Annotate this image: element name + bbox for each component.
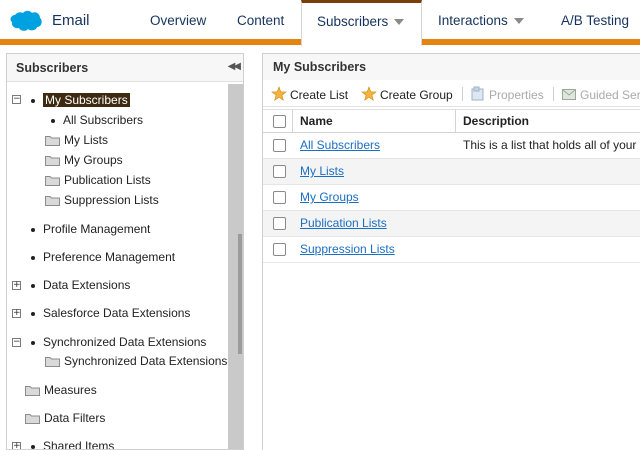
tab-overview[interactable]: Overview	[150, 0, 206, 42]
guided-send-button[interactable]: Guided Ser	[561, 86, 640, 102]
tab-subscribers[interactable]: Subscribers	[301, 0, 422, 46]
column-divider	[292, 110, 293, 133]
tree-item-synchronized-data-extensions[interactable]: Synchronized Data Extensions	[31, 333, 206, 351]
tree-item-all-subscribers[interactable]: All Subscribers	[51, 111, 143, 129]
row-name-link[interactable]: My Lists	[300, 159, 344, 184]
top-navigation: Email Overview Content Subscribers Inter…	[0, 0, 640, 46]
toolbar-divider	[462, 87, 463, 101]
tab-content[interactable]: Content	[237, 0, 284, 42]
folder-icon	[45, 357, 60, 368]
tree-item-shared-items[interactable]: Shared Items	[31, 437, 114, 449]
row-checkbox[interactable]	[273, 165, 286, 178]
folder-icon	[45, 136, 60, 147]
folder-icon	[25, 414, 40, 425]
row-name-link[interactable]: Publication Lists	[300, 211, 387, 236]
collapse-expander-icon[interactable]: −	[12, 338, 21, 347]
tree-item-publication-lists[interactable]: Publication Lists	[45, 171, 151, 189]
subscribers-tree-panel: Subscribers ◀◀ − My Subscribers All Subs…	[6, 53, 244, 450]
folder-icon	[25, 386, 40, 397]
tree-item-suppression-lists[interactable]: Suppression Lists	[45, 191, 159, 209]
row-checkbox[interactable]	[273, 139, 286, 152]
tab-ab-testing[interactable]: A/B Testing	[561, 0, 629, 42]
double-chevron-left-icon[interactable]: ◀◀	[228, 61, 241, 72]
table-header: Name Description	[263, 109, 640, 133]
bullet-icon	[51, 118, 55, 123]
tree-item-profile-management[interactable]: Profile Management	[31, 220, 150, 238]
row-checkbox[interactable]	[273, 217, 286, 230]
properties-icon	[471, 86, 484, 101]
row-description: This is a list that holds all of your	[463, 138, 637, 152]
chevron-down-icon	[513, 18, 524, 25]
bullet-icon	[31, 283, 35, 288]
expand-expander-icon[interactable]: +	[12, 442, 21, 449]
subscribers-list-panel: My Subscribers Create List Create Group …	[262, 53, 640, 450]
create-group-button[interactable]: Create Group	[361, 86, 453, 102]
column-header-description[interactable]: Description	[463, 110, 529, 133]
chevron-down-icon	[394, 19, 405, 26]
folder-icon	[45, 196, 60, 207]
column-header-name[interactable]: Name	[300, 110, 333, 133]
bullet-icon	[31, 444, 35, 449]
table-row[interactable]: All Subscribers This is a list that hold…	[263, 133, 640, 159]
bullet-icon	[31, 255, 35, 260]
panel-title: My Subscribers	[263, 54, 640, 80]
collapse-expander-icon[interactable]: −	[12, 95, 21, 104]
row-name-link[interactable]: My Groups	[300, 185, 359, 210]
star-icon	[361, 86, 377, 101]
tree-item-my-groups[interactable]: My Groups	[45, 151, 123, 169]
tree-item-salesforce-data-extensions[interactable]: Salesforce Data Extensions	[31, 304, 190, 322]
expand-expander-icon[interactable]: +	[12, 281, 21, 290]
create-list-button[interactable]: Create List	[271, 86, 348, 102]
table-row[interactable]: My Groups	[263, 185, 640, 211]
list-toolbar: Create List Create Group Properties Guid…	[263, 81, 640, 107]
properties-button[interactable]: Properties	[470, 86, 544, 102]
tree-item-measures[interactable]: Measures	[25, 381, 97, 399]
table-row[interactable]: Publication Lists	[263, 211, 640, 237]
tree-item-data-extensions[interactable]: Data Extensions	[31, 276, 130, 294]
table-row[interactable]: Suppression Lists	[263, 237, 640, 263]
toolbar-divider	[553, 87, 554, 101]
tree-item-my-subscribers[interactable]: My Subscribers	[31, 91, 130, 109]
folder-icon	[45, 176, 60, 187]
row-name-link[interactable]: All Subscribers	[300, 133, 380, 158]
row-checkbox[interactable]	[273, 243, 286, 256]
column-divider	[455, 110, 456, 133]
expand-expander-icon[interactable]: +	[12, 309, 21, 318]
tree-item-my-lists[interactable]: My Lists	[45, 131, 108, 149]
table-row[interactable]: My Lists	[263, 159, 640, 185]
row-name-link[interactable]: Suppression Lists	[300, 237, 395, 262]
tree-item-preference-management[interactable]: Preference Management	[31, 248, 175, 266]
bullet-icon	[31, 311, 35, 316]
tree-item-synchronized-data-extensions-folder[interactable]: Synchronized Data Extensions	[45, 352, 227, 370]
app-name[interactable]: Email	[52, 12, 90, 29]
tab-interactions[interactable]: Interactions	[438, 0, 524, 42]
star-icon	[271, 86, 287, 101]
tree-item-data-filters[interactable]: Data Filters	[25, 409, 105, 427]
bullet-icon	[31, 98, 35, 103]
panel-title: Subscribers	[7, 54, 243, 82]
select-all-checkbox[interactable]	[273, 115, 286, 128]
folder-icon	[45, 156, 60, 167]
envelope-icon	[562, 89, 576, 100]
scrollbar-thumb[interactable]	[238, 234, 242, 354]
tree-scrollbar[interactable]	[228, 84, 243, 449]
salesforce-cloud-logo[interactable]	[9, 9, 43, 33]
row-checkbox[interactable]	[273, 191, 286, 204]
bullet-icon	[31, 227, 35, 232]
bullet-icon	[31, 340, 35, 345]
